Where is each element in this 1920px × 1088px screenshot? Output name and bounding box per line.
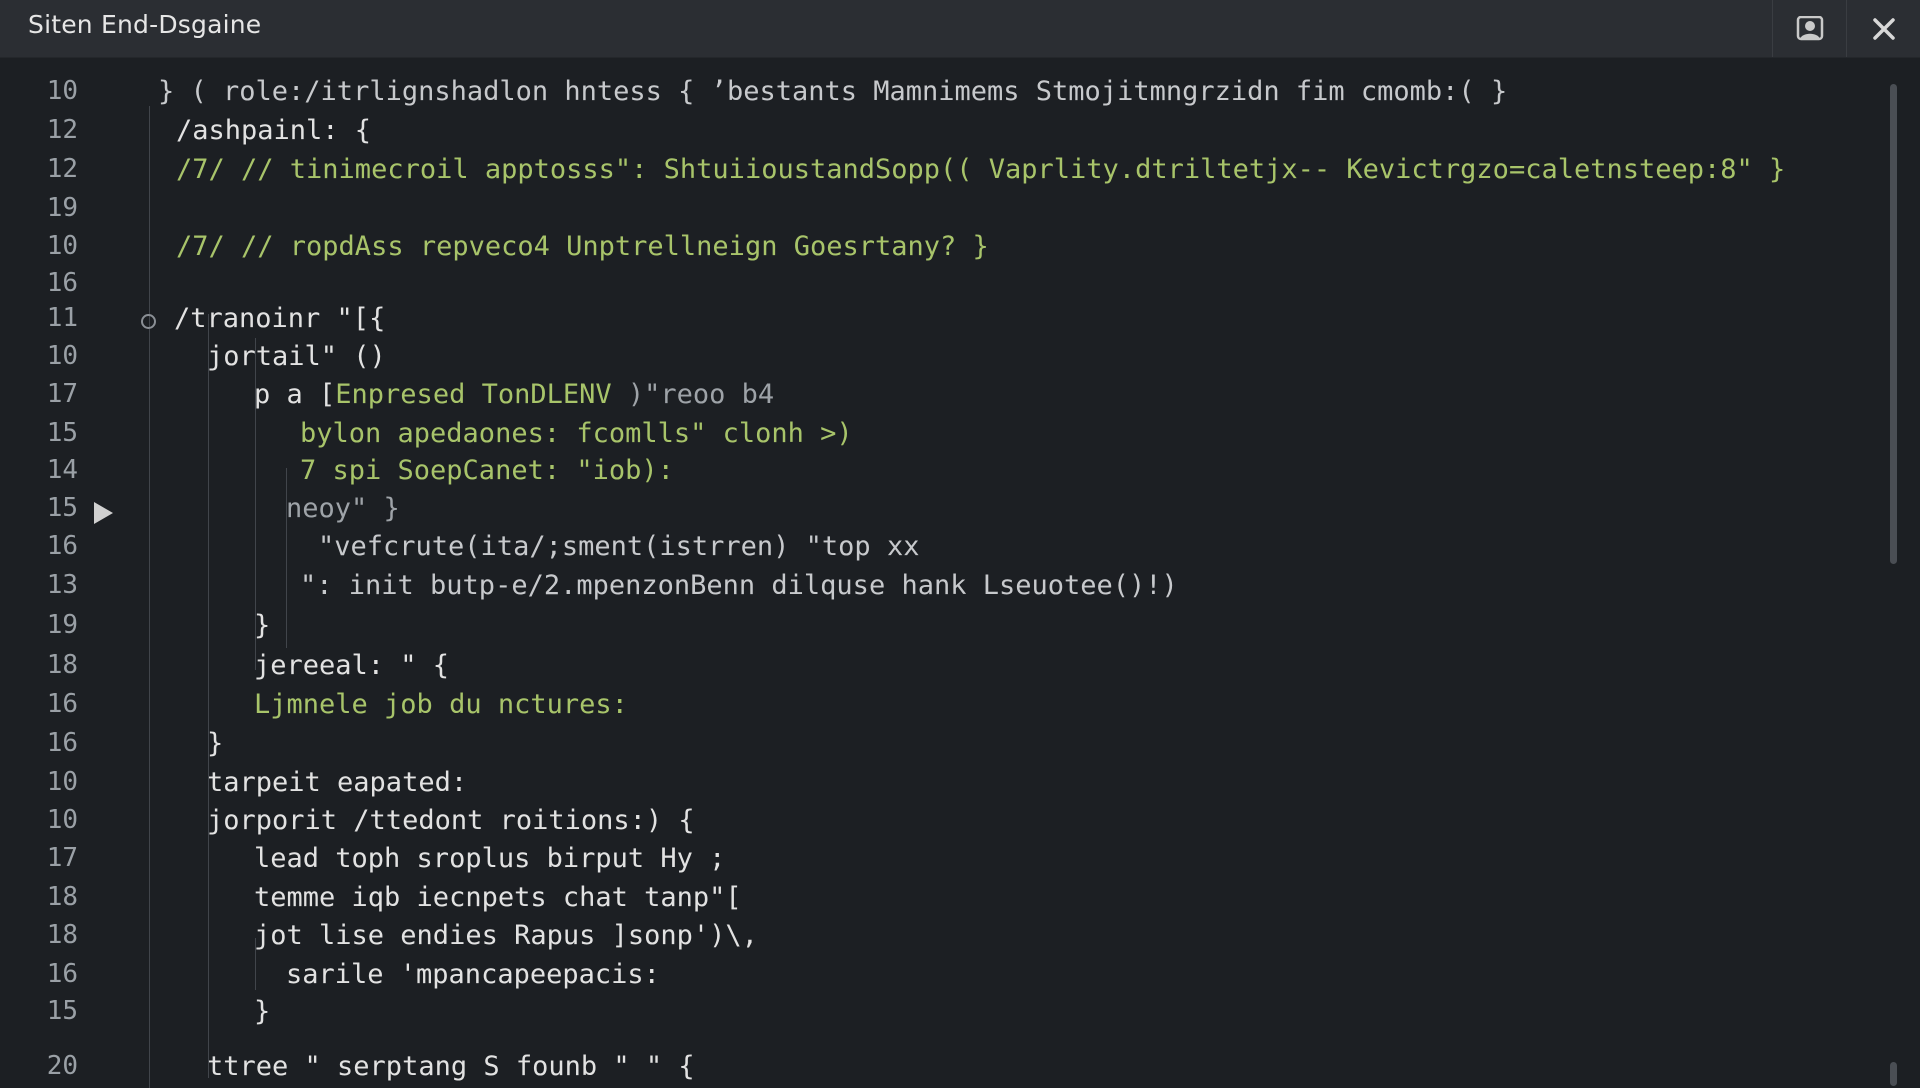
indent-guide xyxy=(286,468,287,648)
line-number: 16 xyxy=(46,268,78,298)
line-number: 18 xyxy=(46,920,78,950)
code-line[interactable]: bylon apedaones: fcomlls" clonh >) xyxy=(300,419,853,449)
line-number: 15 xyxy=(46,493,78,523)
line-number: 16 xyxy=(46,959,78,989)
close-button[interactable] xyxy=(1846,0,1920,57)
code-line[interactable]: jot lise endies Rapus ]sonp')\, xyxy=(254,921,758,951)
code-editor[interactable]: 10 12 12 19 10 16 11 10 17 15 14 15 16 13 19 18 16 16 10 10… xyxy=(0,58,1920,1088)
line-number: 17 xyxy=(46,843,78,873)
code-line[interactable]: Ljmnele job du nctures: xyxy=(254,690,628,720)
line-number: 16 xyxy=(46,728,78,758)
vertical-scrollbar-thumb[interactable] xyxy=(1890,84,1897,564)
code-line[interactable]: /7/ // tinimecroil apptosss": Shtuiioust… xyxy=(176,155,1785,185)
code-line[interactable]: ": init butp-e/2.mpenzonBenn dilquse han… xyxy=(300,571,1178,601)
fold-marker-icon[interactable] xyxy=(141,314,156,329)
line-number: 18 xyxy=(46,882,78,912)
code-line[interactable]: "vefcrute(ita/;sment(istrren) "top xx xyxy=(318,532,919,562)
line-number: 13 xyxy=(46,570,78,600)
code-line[interactable]: temme iqb iecnpets chat tanp"[ xyxy=(254,883,742,913)
line-number: 12 xyxy=(46,154,78,184)
line-number: 18 xyxy=(46,650,78,680)
code-line[interactable]: 7 spi SoepCanet: "iob): xyxy=(300,456,674,486)
code-line[interactable]: } ( role:/itrlignshadlon hntess { ’besta… xyxy=(158,77,1507,107)
editor-window: Siten End-Dsgaine 10 12 12 19 10 16 11 10 17 15 14… xyxy=(0,0,1920,1088)
line-number: 17 xyxy=(46,379,78,409)
code-line[interactable]: lead toph sroplus birput Hy ; xyxy=(254,844,725,874)
code-line[interactable]: /7/ // ropdAss repveco4 Unptrellneign Go… xyxy=(176,232,989,262)
fold-arrow-icon[interactable] xyxy=(94,502,113,524)
line-number: 10 xyxy=(46,76,78,106)
title-bar: Siten End-Dsgaine xyxy=(0,0,1920,58)
line-number: 10 xyxy=(46,767,78,797)
indent-guide xyxy=(255,938,256,990)
line-number: 16 xyxy=(46,689,78,719)
code-line[interactable]: } xyxy=(207,729,223,759)
line-number: 19 xyxy=(46,193,78,223)
line-number: 15 xyxy=(46,996,78,1026)
indent-guide xyxy=(255,338,256,670)
close-icon xyxy=(1873,17,1895,40)
code-line[interactable]: } xyxy=(254,997,270,1027)
indent-guide xyxy=(149,106,150,1088)
line-number: 10 xyxy=(46,341,78,371)
indent-guide xyxy=(208,698,209,1078)
code-line[interactable]: /ashpainl: { xyxy=(176,116,371,146)
scrollbar-end-marker xyxy=(1890,1062,1897,1086)
user-icon xyxy=(1796,15,1824,40)
line-number: 11 xyxy=(46,303,78,333)
line-number: 14 xyxy=(46,455,78,485)
code-line[interactable]: p a [Enpresed TonDLENV )"reoo b4 xyxy=(254,380,774,410)
line-number-gutter: 10 12 12 19 10 16 11 10 17 15 14 15 16 13 19 18 16 16 10 10… xyxy=(0,58,140,1088)
code-line[interactable]: /tranoinr "[{ xyxy=(174,304,385,334)
line-number: 10 xyxy=(46,231,78,261)
line-number: 12 xyxy=(46,115,78,145)
code-line[interactable]: jortail" () xyxy=(207,342,386,372)
line-number: 10 xyxy=(46,805,78,835)
user-button[interactable] xyxy=(1772,0,1847,57)
line-number: 15 xyxy=(46,418,78,448)
code-line[interactable]: neoy" } xyxy=(286,494,400,524)
line-number: 19 xyxy=(46,610,78,640)
window-title: Siten End-Dsgaine xyxy=(28,10,262,39)
code-line[interactable]: tarpeit eapated: xyxy=(207,768,467,798)
code-line[interactable]: jereeal: " { xyxy=(254,651,449,681)
code-line[interactable]: ttree " serptang S founb " " { xyxy=(207,1052,695,1082)
code-line[interactable]: } xyxy=(254,611,270,641)
code-line[interactable]: jorporit /ttedont roitions:) { xyxy=(207,806,695,836)
code-line[interactable]: sarile 'mpancapeepacis: xyxy=(286,960,660,990)
line-number: 16 xyxy=(46,531,78,561)
line-number: 20 xyxy=(46,1051,78,1081)
